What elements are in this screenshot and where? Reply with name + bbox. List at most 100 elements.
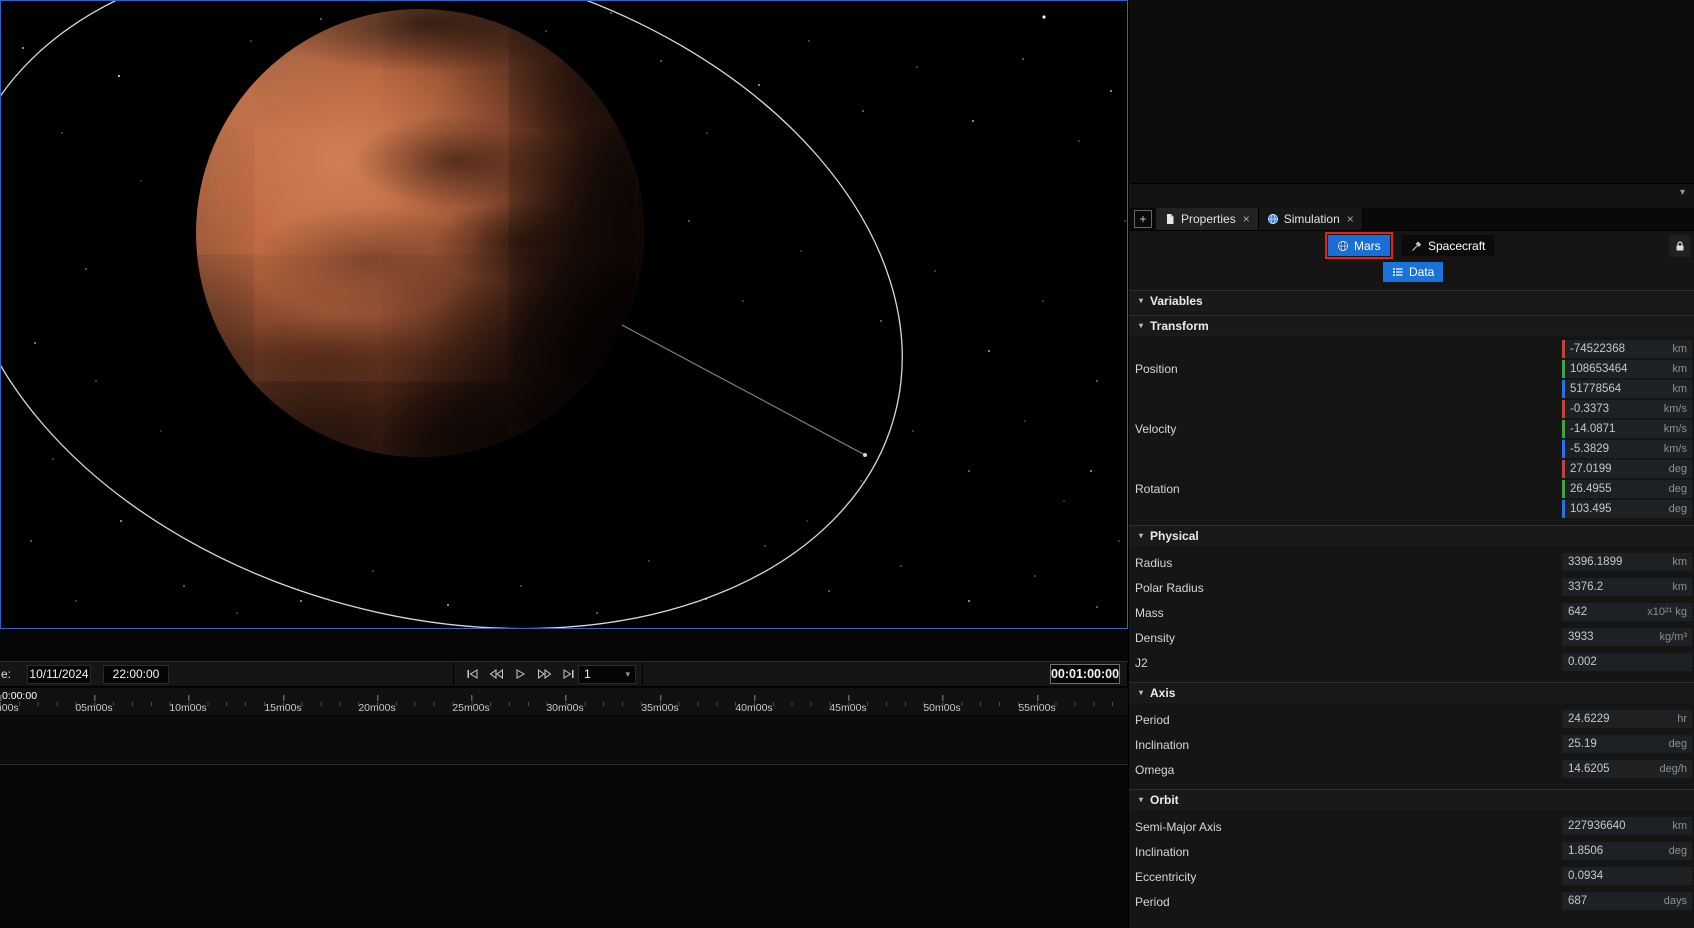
property-row-axis-inclination: Inclination 25.19 deg [1129,732,1694,757]
ruler-tick-label: 20m00s [358,702,395,714]
panel-empty-area [1129,0,1694,184]
section-header-variables[interactable]: ▾ Variables [1129,290,1694,311]
skip-to-start-button[interactable] [462,665,482,683]
property-label: Radius [1135,556,1172,570]
value-field[interactable]: 642 x10²¹ kg [1562,603,1692,621]
value: 14.6205 [1568,763,1655,775]
x-axis-color-bar [1562,400,1565,418]
orbit-overlay [1,1,1128,629]
time-field[interactable]: 22:00:00 [103,665,169,684]
value: 3376.2 [1568,581,1668,593]
property-label: Inclination [1135,845,1189,859]
chevron-down-icon: ▾ [1139,688,1143,697]
timeline-track[interactable] [0,716,1128,765]
value: 108653464 [1570,363,1668,375]
value: 1.8506 [1568,845,1665,857]
z-value-field[interactable]: 51778564 km [1562,380,1692,398]
play-button[interactable] [510,665,530,683]
tab-properties[interactable]: Properties × [1156,208,1259,230]
value: -5.3829 [1570,443,1660,455]
unit: km [1672,383,1687,395]
skip-to-end-button[interactable] [558,665,578,683]
date-field[interactable]: 10/11/2024 [27,665,91,684]
value-field[interactable]: 3933 kg/m³ [1562,628,1692,646]
property-label: Period [1135,895,1170,909]
property-label: Omega [1135,763,1174,777]
value-field[interactable]: 3396.1899 km [1562,553,1692,571]
section-header-axis[interactable]: ▾ Axis [1129,682,1694,703]
unit: deg [1669,483,1687,495]
object-label: Spacecraft [1428,239,1485,253]
timeline-controls-bar: e: 10/11/2024 22:00:00 [0,661,1128,687]
unit: km/s [1664,443,1687,455]
property-label: Position [1135,362,1178,376]
property-row-omega: Omega 14.6205 deg/h [1129,757,1694,782]
value-field[interactable]: 25.19 deg [1562,735,1692,753]
x-axis-color-bar [1562,460,1565,478]
property-label: Semi-Major Axis [1135,820,1222,834]
property-row-eccentricity: Eccentricity 0.0934 [1129,864,1694,889]
date-label-truncated: e: [1,667,11,681]
timeline-panel: e: 10/11/2024 22:00:00 [0,631,1128,928]
x-value-field[interactable]: -0.3373 km/s [1562,400,1692,418]
x-value-field[interactable]: 27.0199 deg [1562,460,1692,478]
ruler-tick-label: 05m00s [75,702,112,714]
data-button[interactable]: Data [1383,262,1443,282]
value-field[interactable]: 14.6205 deg/h [1562,760,1692,778]
value-field[interactable]: 227936640 km [1562,817,1692,835]
duration-field[interactable]: 00:01:00:00 [1050,664,1120,684]
data-button-label: Data [1409,265,1434,279]
mars-object-button[interactable]: Mars [1328,235,1390,256]
section-header-orbit[interactable]: ▾ Orbit [1129,789,1694,810]
vector-row-velocity: Velocity -0.3373 km/s -14.0871 km/s -5.3… [1129,400,1694,458]
orbit-ellipse [1,1,979,629]
timeline-ruler[interactable]: 0:00:00 00m00s 05m00s 10m00s 15m00s 20m0… [0,688,1128,716]
skip-to-start-icon [466,668,479,680]
vector-fields: -74522368 km 108653464 km 51778564 km [1562,340,1692,398]
value-field[interactable]: 1.8506 deg [1562,842,1692,860]
add-panel-button[interactable]: + [1134,210,1152,228]
y-axis-color-bar [1562,420,1565,438]
speed-dropdown[interactable]: 1 ▾ [578,665,636,684]
value-field[interactable]: 0.0934 [1562,867,1692,885]
value: 227936640 [1568,820,1668,832]
close-icon[interactable]: × [1347,212,1354,226]
fast-forward-button[interactable] [534,665,554,683]
vector-row-rotation: Rotation 27.0199 deg 26.4955 deg 103.495… [1129,460,1694,518]
close-icon[interactable]: × [1243,212,1250,226]
y-value-field[interactable]: 108653464 km [1562,360,1692,378]
section-header-physical[interactable]: ▾ Physical [1129,525,1694,546]
value-field[interactable]: 687 days [1562,892,1692,910]
unit: deg [1669,738,1687,750]
value: 642 [1568,606,1643,618]
z-value-field[interactable]: 103.495 deg [1562,500,1692,518]
vector-row-position: Position -74522368 km 108653464 km 51778… [1129,340,1694,398]
timeline-date-segment: e: 10/11/2024 22:00:00 [0,662,454,686]
tab-label: Simulation [1284,212,1340,226]
timeline-duration-segment: 00:01:00:00 [643,662,1128,686]
section-title: Variables [1150,294,1203,308]
unit: kg/m³ [1660,631,1688,643]
y-value-field[interactable]: 26.4955 deg [1562,480,1692,498]
value-field[interactable]: 3376.2 km [1562,578,1692,596]
property-label: Rotation [1135,482,1180,496]
value-field[interactable]: 24.6229 hr [1562,710,1692,728]
3d-viewport[interactable] [0,0,1128,629]
panel-collapse-caret-icon[interactable]: ▾ [1680,187,1685,198]
unit: deg/h [1659,763,1687,775]
spacecraft-object-button[interactable]: Spacecraft [1402,235,1494,256]
spacecraft-marker [863,453,867,457]
ruler-tick-label: 25m00s [452,702,489,714]
z-value-field[interactable]: -5.3829 km/s [1562,440,1692,458]
y-value-field[interactable]: -14.0871 km/s [1562,420,1692,438]
tab-simulation[interactable]: Simulation × [1259,208,1363,230]
rewind-button[interactable] [486,665,506,683]
lock-button[interactable] [1669,235,1690,257]
x-value-field[interactable]: -74522368 km [1562,340,1692,358]
section-title: Physical [1150,529,1199,543]
section-header-transform[interactable]: ▾ Transform [1129,315,1694,336]
value-field[interactable]: 0.002 [1562,653,1692,671]
orbit-radius-line [622,325,865,455]
chevron-down-icon: ▾ [1139,531,1143,540]
unit: km/s [1664,423,1687,435]
